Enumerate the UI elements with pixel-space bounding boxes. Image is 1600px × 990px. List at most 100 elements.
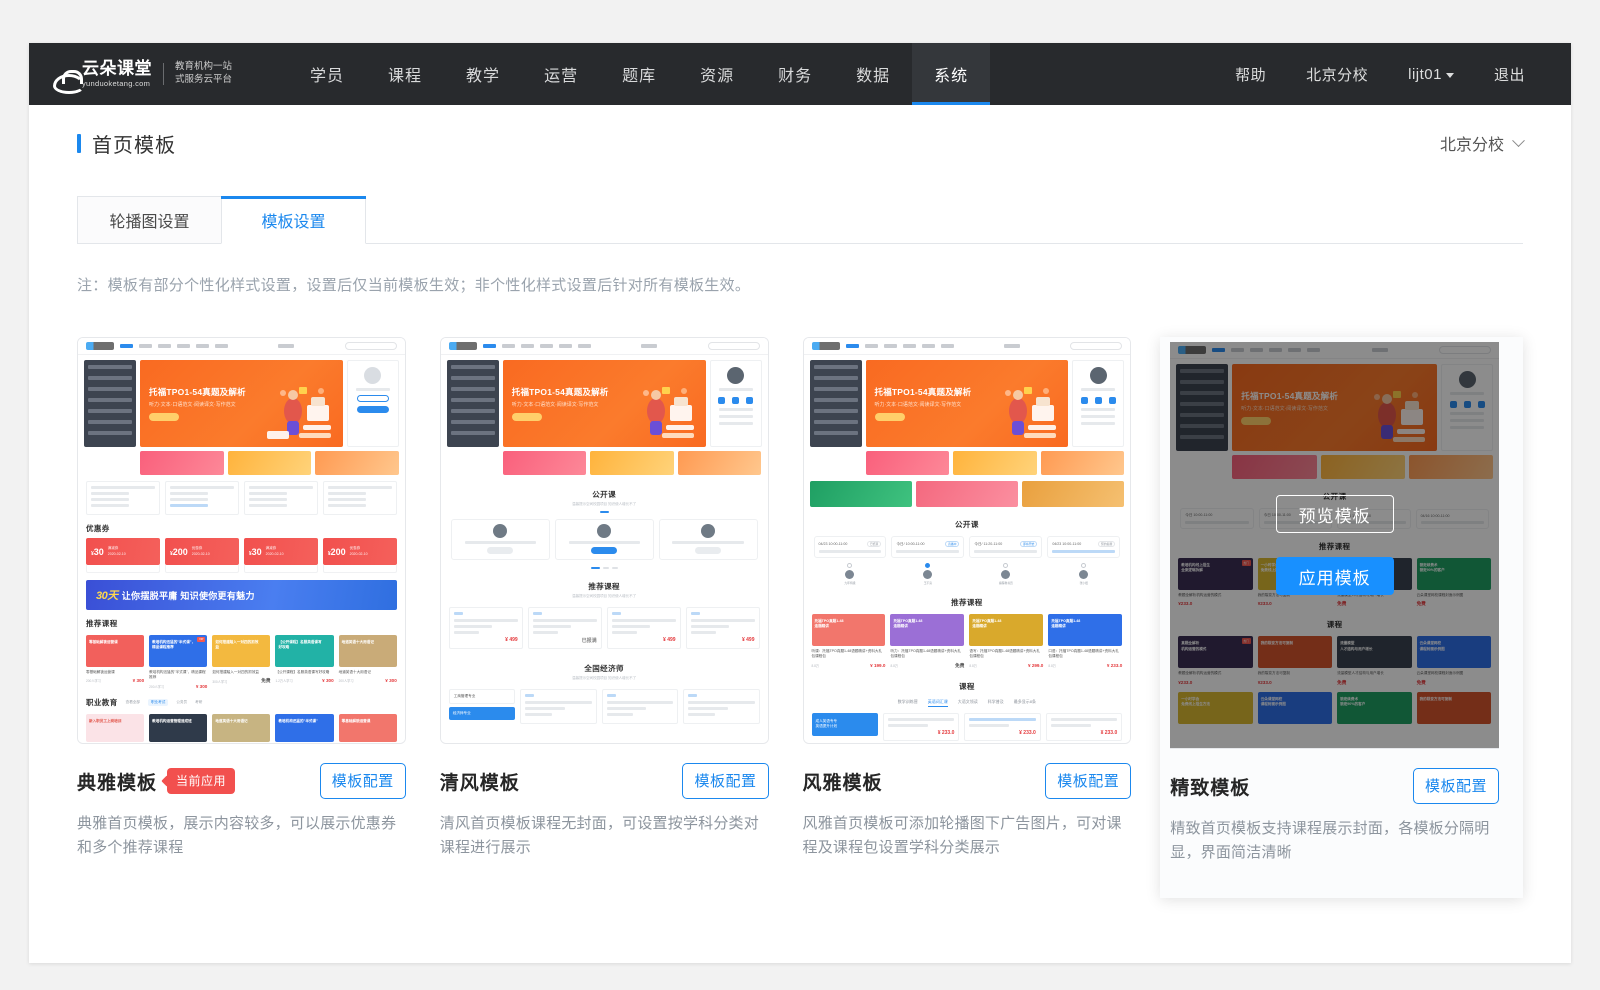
chevron-down-icon: [1512, 134, 1525, 147]
mini-nav: [78, 338, 405, 355]
template-config-button[interactable]: 模板配置: [1413, 768, 1499, 804]
template-name: 风雅模板: [803, 768, 883, 795]
mini-wide-banner: 30天 让你摆脱平庸 知识使你更有魅力: [86, 580, 397, 610]
template-name: 清风模板: [440, 768, 520, 795]
template-card-header: 典雅模板 当前应用 模板配置: [77, 763, 406, 799]
mini-section-vocational: 职业教育: [86, 697, 118, 708]
mini-course-tab: 数学训练营: [898, 699, 918, 707]
mini-section-course: 课程: [804, 681, 1131, 692]
nav-item-system[interactable]: 系统: [912, 43, 990, 105]
template-preview-thumbnail[interactable]: 托福TPO1-54真题及解析 听力·文本·口语范文·阅读译文·写作范文: [77, 337, 406, 744]
tab-bar: 轮播图设置 模板设置: [77, 194, 1523, 244]
template-preview-thumbnail[interactable]: 托福TPO1-54真题及解析 听力·文本·口语范文·阅读译文·写作范文: [803, 337, 1132, 744]
template-config-button[interactable]: 模板配置: [320, 763, 406, 799]
hero-illustration: [263, 381, 337, 445]
mini-section-public-class: 公开课: [804, 519, 1131, 530]
user-menu[interactable]: lijt01: [1388, 66, 1474, 83]
template-preview-thumbnail[interactable]: 托福TPO1-54真题及解析 听力·文本·口语范文·阅读译文·写作范文: [440, 337, 769, 744]
top-right-actions: 帮助 北京分校 lijt01 退出: [1215, 43, 1571, 105]
mini-section-coupon: 优惠券: [78, 523, 405, 534]
mini-user-panel: [347, 360, 399, 447]
preview-template-button[interactable]: 预览模板: [1276, 495, 1394, 533]
template-description: 清风首页模板课程无封面，可设置按学科分类对课程进行展示: [440, 812, 769, 861]
mini-course-strip: [78, 475, 405, 515]
page-header: 首页模板 北京分校: [77, 105, 1523, 181]
template-name: 典雅模板: [77, 768, 157, 795]
mini-hero-cta: [149, 413, 179, 421]
mini-site-preview: 托福TPO1-54真题及解析 听力·文本·口语范文·阅读译文·写作范文: [804, 338, 1131, 743]
template-preview-thumbnail[interactable]: 托福TPO1-54真题及解析 听力·文本·口语范文·阅读译文·写作范文: [1170, 342, 1499, 749]
template-card-jingzhi[interactable]: 托福TPO1-54真题及解析 听力·文本·口语范文·阅读译文·写作范文: [1160, 337, 1523, 898]
logo-tagline: 教育机构一站 式服务云平台: [175, 61, 232, 87]
mini-category-sidebar: [84, 360, 136, 447]
mini-vocational-row: 新入职员工上岗培训 教培机构运营管理速成班 地道英语十大用语记 教培机构迅猛的"…: [78, 708, 405, 742]
template-name: 精致模板: [1170, 773, 1250, 800]
mini-section-recommend: 推荐课程: [78, 618, 405, 629]
mini-logo: [86, 342, 114, 350]
page-title-text: 首页模板: [92, 129, 176, 158]
cloud-icon: [53, 70, 79, 88]
template-card-fengya[interactable]: 托福TPO1-54真题及解析 听力·文本·口语范文·阅读译文·写作范文: [803, 337, 1166, 898]
mini-ad-row-secondary: [804, 475, 1131, 507]
logo-divider: [163, 63, 164, 85]
logo-name-cn: 云朵课堂: [82, 60, 152, 77]
logo-mark: 云朵课堂 yunduoketang.com: [53, 60, 152, 88]
template-card-header: 风雅模板 模板配置: [803, 763, 1132, 799]
hero-illustration: [626, 381, 700, 445]
template-config-button[interactable]: 模板配置: [682, 763, 768, 799]
chevron-down-icon: [1446, 73, 1454, 78]
logo-text: 云朵课堂 yunduoketang.com: [82, 60, 152, 88]
status-badge: 当前应用: [167, 768, 235, 794]
mini-teacher-row: 九年特级 王不喜 编程教书员 张小姐: [804, 558, 1131, 585]
help-link[interactable]: 帮助: [1215, 64, 1286, 85]
user-name: lijt01: [1408, 66, 1442, 83]
nav-item-courses[interactable]: 课程: [366, 43, 444, 105]
branch-selector-value: 北京分校: [1440, 131, 1504, 155]
nav-item-operations[interactable]: 运营: [522, 43, 600, 105]
mini-section-recommend: 推荐课程: [441, 581, 768, 592]
tab-carousel-settings[interactable]: 轮播图设置: [77, 196, 222, 244]
nav-item-students[interactable]: 学员: [288, 43, 366, 105]
brand-logo[interactable]: 云朵课堂 yunduoketang.com 教育机构一站 式服务云平台: [29, 43, 242, 105]
mini-section-recommend: 推荐课程: [804, 597, 1131, 608]
mini-public-timeline: 04/23 10:00-11:00已结束 今日/ 10:00-11:00直播中 …: [804, 530, 1131, 558]
mini-course-tab: 英语词汇课: [928, 699, 948, 707]
mini-recommend-row: ¥ 499 已报满 ¥ 499 ¥ 499: [441, 599, 768, 649]
tab-template-settings[interactable]: 模板设置: [221, 196, 366, 244]
mini-course-tab: 科学普及: [988, 699, 1004, 707]
template-card-list: 托福TPO1-54真题及解析 听力·文本·口语范文·阅读译文·写作范文: [77, 337, 1523, 898]
mini-public-class-row: [441, 513, 768, 560]
template-card-qingfeng[interactable]: 托福TPO1-54真题及解析 听力·文本·口语范文·阅读译文·写作范文: [440, 337, 803, 898]
branch-label[interactable]: 北京分校: [1286, 64, 1388, 85]
note-text: 注：模板有部分个性化样式设置，设置后仅当前模板生效；非个性化样式设置后针对所有模…: [77, 274, 1523, 295]
nav-item-finance[interactable]: 财务: [756, 43, 834, 105]
apply-template-button[interactable]: 应用模板: [1276, 557, 1394, 595]
mini-course-tabs: 数学训练营 英语词汇课 大语文领读 科学普及 最多显示8条: [804, 699, 1131, 707]
template-hover-overlay: 预览模板 应用模板: [1170, 342, 1499, 748]
nav-item-resources[interactable]: 资源: [678, 43, 756, 105]
template-description: 风雅首页模板可添加轮播图下广告图片，可对课程及课程包设置学科分类展示: [803, 812, 1132, 861]
mini-site-preview: 托福TPO1-54真题及解析 听力·文本·口语范文·阅读译文·写作范文: [441, 338, 768, 743]
nav-item-teaching[interactable]: 教学: [444, 43, 522, 105]
page-content: 首页模板 北京分校 轮播图设置 模板设置 注：模板有部分个性化样式设置，设置后仅…: [29, 105, 1571, 898]
mini-section-public-class: 公开课: [441, 489, 768, 500]
mini-search-box: [345, 342, 397, 350]
page-title: 首页模板: [77, 129, 176, 158]
template-description: 典雅首页模板，展示内容较多，可以展示优惠券和多个推荐课程: [77, 812, 406, 861]
top-navigation-bar: 云朵课堂 yunduoketang.com 教育机构一站 式服务云平台 学员 课…: [29, 43, 1571, 105]
template-config-button[interactable]: 模板配置: [1045, 763, 1131, 799]
template-card-header: 清风模板 模板配置: [440, 763, 769, 799]
main-nav: 学员 课程 教学 运营 题库 资源 财务 数据 系统: [288, 43, 990, 105]
mini-ad-row: [78, 447, 405, 475]
template-card-header: 精致模板 模板配置: [1170, 768, 1499, 804]
nav-item-question-bank[interactable]: 题库: [600, 43, 678, 105]
mini-recommend-row: 零基础解锁运营课零基础解锁运营课200人学习¥ 300 VIP教培机构迅猛的"半…: [78, 629, 405, 689]
logo-domain: yunduoketang.com: [82, 80, 152, 88]
branch-selector[interactable]: 北京分校: [1440, 131, 1523, 155]
mini-course-tab: 最多显示8条: [1014, 699, 1036, 707]
logout-link[interactable]: 退出: [1474, 64, 1545, 85]
nav-item-data[interactable]: 数据: [834, 43, 912, 105]
mini-site-preview: 托福TPO1-54真题及解析 听力·文本·口语范文·阅读译文·写作范文: [78, 338, 405, 743]
template-card-dianya[interactable]: 托福TPO1-54真题及解析 听力·文本·口语范文·阅读译文·写作范文: [77, 337, 440, 898]
mini-hero: 托福TPO1-54真题及解析 听力·文本·口语范文·阅读译文·写作范文: [78, 355, 405, 447]
